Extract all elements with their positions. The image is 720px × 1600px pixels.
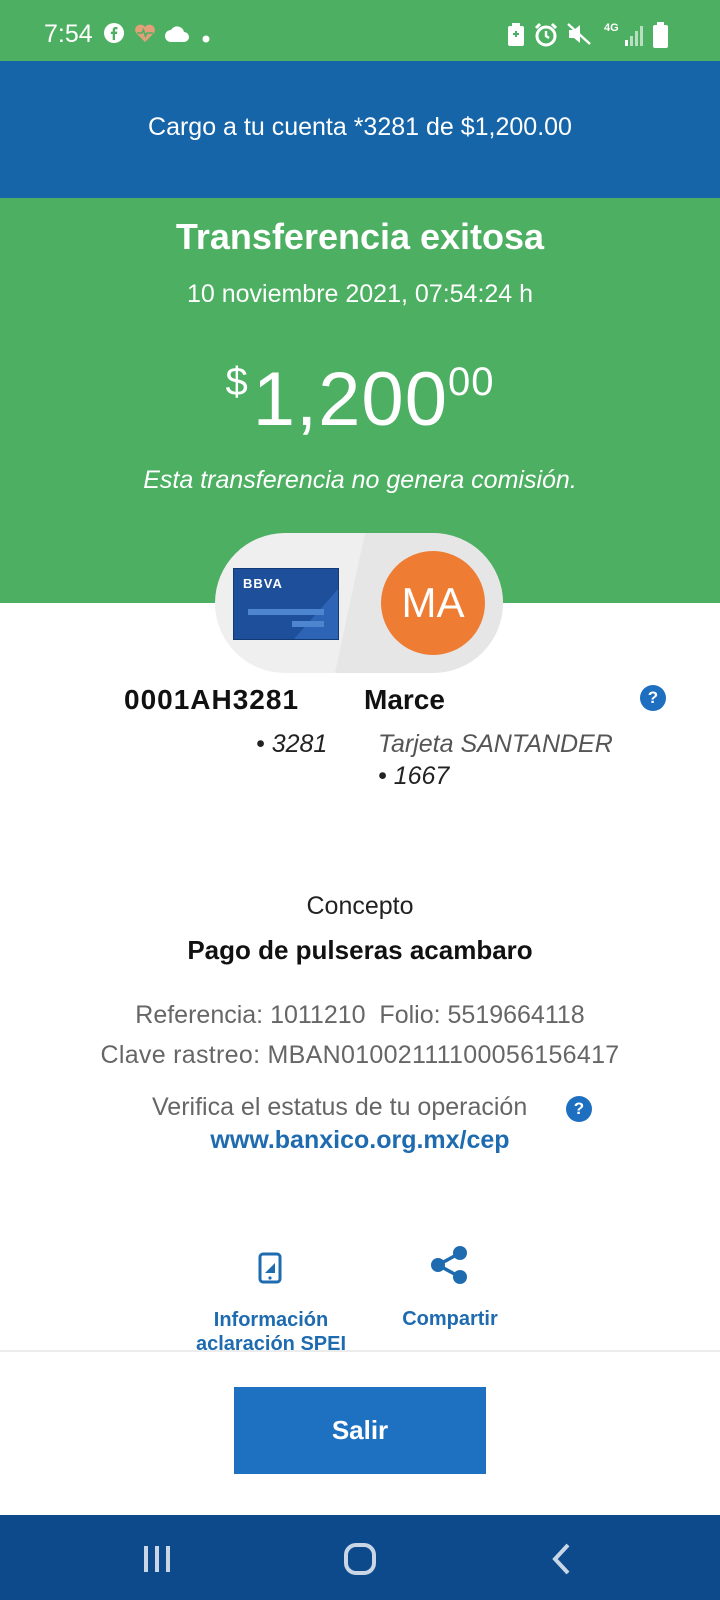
- concept-label: Concepto: [306, 892, 414, 920]
- recipient-bank: Tarjeta SANTANDER: [378, 730, 613, 758]
- recent-apps-icon[interactable]: [142, 1544, 172, 1579]
- transfer-amount: $1,20000: [0, 356, 720, 443]
- share-button[interactable]: Compartir: [386, 1308, 514, 1331]
- signal-icon: [625, 24, 645, 51]
- phone-info-icon[interactable]: [258, 1252, 282, 1289]
- concept-value: Pago de pulseras acambaro: [187, 935, 533, 965]
- amount-whole: 1,200: [252, 357, 448, 442]
- network-type: 4G: [604, 22, 619, 34]
- charge-header: Cargo a tu cuenta *3281 de $1,200.00: [0, 61, 720, 198]
- system-nav-bar: [0, 1515, 720, 1600]
- charge-summary: Cargo a tu cuenta *3281 de $1,200.00: [148, 113, 572, 141]
- cloud-icon: [164, 25, 190, 48]
- reference-folio: Referencia: 1011210 Folio: 5519664118: [135, 1001, 585, 1029]
- battery-icon: [653, 22, 668, 53]
- recipient-avatar: MA: [381, 551, 485, 655]
- verify-help-icon[interactable]: ?: [566, 1096, 592, 1122]
- card-graphic: [248, 589, 338, 639]
- success-title: Transferencia exitosa: [175, 216, 545, 257]
- status-time: 7:54: [44, 20, 93, 48]
- health-icon: [133, 22, 157, 49]
- exit-button[interactable]: Salir: [234, 1387, 486, 1474]
- alarm-icon: [533, 22, 559, 53]
- spei-info-button[interactable]: Información aclaración SPEI: [176, 1308, 366, 1352]
- accounts-help-icon[interactable]: ?: [640, 685, 666, 711]
- banxico-cep-link[interactable]: www.banxico.org.mx/cep: [0, 1126, 720, 1155]
- battery-saver-icon: [507, 23, 525, 52]
- mute-icon: [566, 22, 592, 51]
- bbva-card-icon: BBVA: [233, 568, 339, 640]
- origin-account-name: 0001AH3281: [124, 684, 300, 715]
- recipient-name: Marce: [364, 684, 445, 715]
- home-icon[interactable]: [343, 1542, 377, 1581]
- verify-status-text: Verifica el estatus de tu operación: [152, 1093, 528, 1121]
- accounts-pill: BBVA MA: [215, 533, 503, 673]
- commission-note: Esta transferencia no genera comisión.: [143, 466, 577, 494]
- origin-last-digits: • 3281: [256, 730, 328, 758]
- amount-currency: $: [225, 360, 249, 404]
- dot-icon: [202, 30, 210, 48]
- facebook-icon: [103, 22, 125, 49]
- share-icon[interactable]: [430, 1245, 468, 1290]
- back-icon[interactable]: [551, 1542, 573, 1581]
- recipient-last-digits: • 1667: [378, 762, 450, 790]
- transfer-date: 10 noviembre 2021, 07:54:24 h: [186, 280, 534, 308]
- amount-cents: 00: [447, 360, 495, 404]
- status-bar: 7:54 4G: [0, 0, 720, 61]
- bottom-panel: Salir: [0, 1350, 720, 1517]
- tracking-key: Clave rastreo: MBAN01002111100056156417: [100, 1041, 620, 1069]
